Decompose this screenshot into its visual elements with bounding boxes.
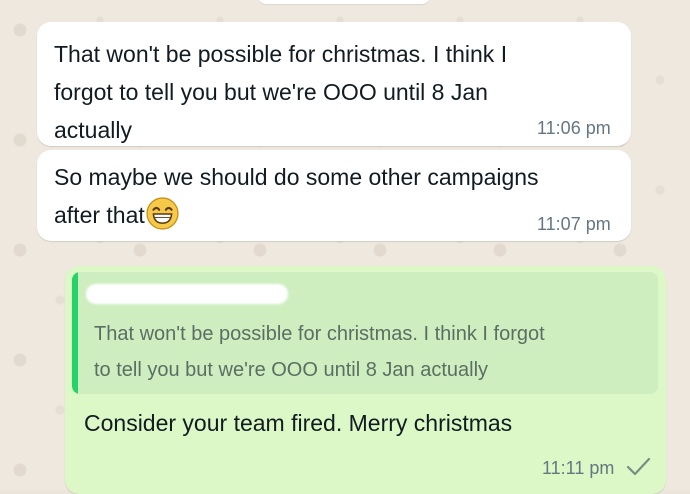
message-text: So maybe we should do some other campaig… bbox=[54, 158, 614, 234]
quoted-message-text: That won't be possible for christmas. I … bbox=[94, 316, 650, 388]
quoted-message-line: to tell you but we're OOO until 8 Jan ac… bbox=[94, 359, 489, 381]
message-timestamp: 11:11 pm bbox=[542, 458, 615, 478]
message-line: forgot to tell you but we're OOO until 8… bbox=[54, 79, 488, 105]
incoming-message-bubble[interactable]: That won't be possible for christmas. I … bbox=[37, 22, 631, 146]
message-text: That won't be possible for christmas. I … bbox=[54, 35, 614, 149]
message-line: So maybe we should do some other campaig… bbox=[54, 164, 539, 190]
quoted-reply[interactable]: That won't be possible for christmas. I … bbox=[72, 272, 658, 394]
message-text: Consider your team fired. Merry christma… bbox=[84, 410, 513, 436]
quoted-message-line: That won't be possible for christmas. I … bbox=[94, 323, 545, 345]
message-timestamp: 11:07 pm bbox=[537, 214, 611, 234]
message-line: That won't be possible for christmas. I … bbox=[54, 41, 508, 67]
message-timestamp: 11:06 pm bbox=[537, 118, 611, 138]
message-line: actually bbox=[54, 117, 132, 143]
incoming-message-bubble[interactable]: So maybe we should do some other campaig… bbox=[37, 150, 631, 241]
previous-message-bubble bbox=[258, 0, 430, 4]
reply-accent-bar bbox=[72, 272, 78, 394]
redacted-sender-name bbox=[86, 284, 288, 304]
message-line-text: after that bbox=[54, 202, 145, 228]
grinning-face-with-smiling-eyes-icon bbox=[146, 197, 179, 230]
sent-checkmark-icon bbox=[626, 457, 651, 476]
message-line: after that bbox=[54, 196, 614, 234]
